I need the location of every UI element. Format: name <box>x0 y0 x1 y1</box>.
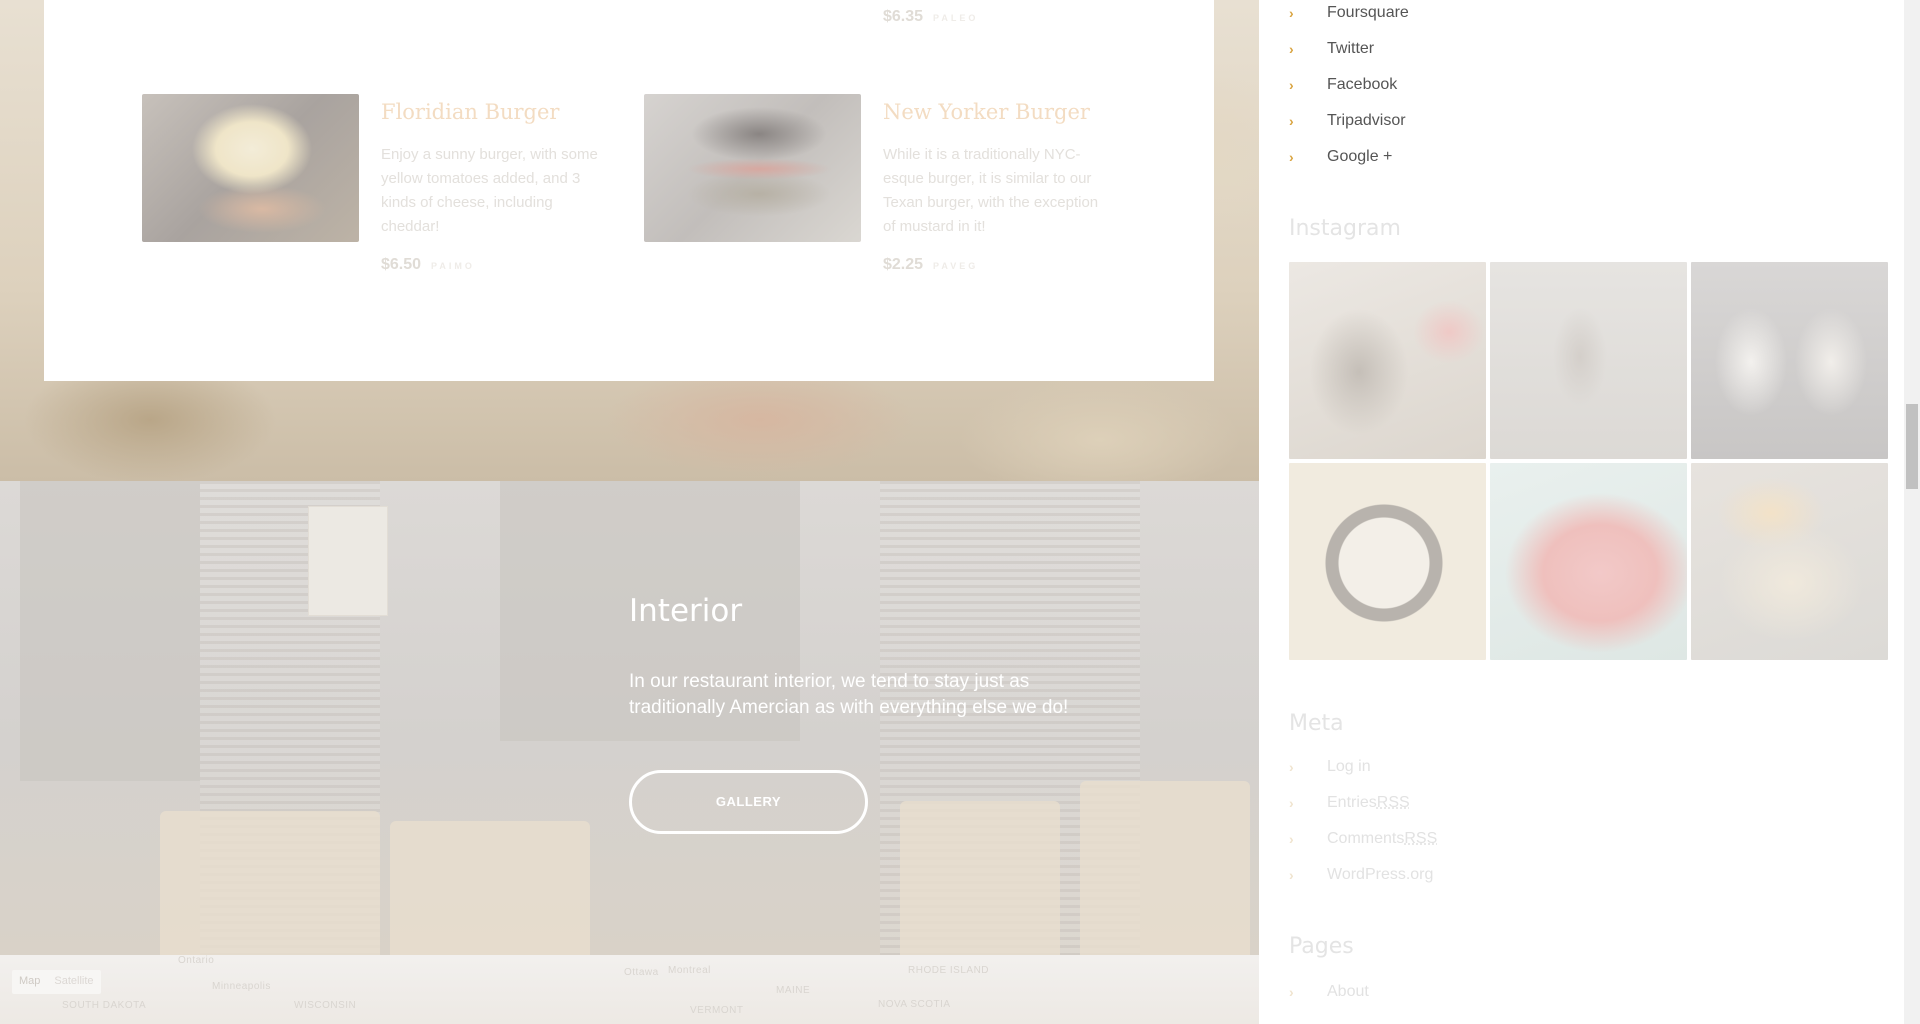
chevron-right-icon: › <box>1289 984 1294 1000</box>
instagram-photo[interactable] <box>1490 262 1687 459</box>
chair <box>390 821 590 955</box>
map-label: SOUTH DAKOTA <box>62 1000 147 1011</box>
instagram-photo[interactable] <box>1691 463 1888 660</box>
scrollbar-thumb[interactable] <box>1906 404 1918 489</box>
meta-links-list: › Log in › Entries RSS › Comments RSS › Word… <box>1289 749 1437 893</box>
chevron-right-icon: › <box>1289 149 1294 165</box>
chevron-right-icon: › <box>1289 867 1294 883</box>
chevron-right-icon: › <box>1289 113 1294 129</box>
sidebar-link-tripadvisor[interactable]: › Tripadvisor <box>1289 103 1409 139</box>
chevron-right-icon: › <box>1289 795 1294 811</box>
pages-links-list: › About <box>1289 974 1369 1010</box>
instagram-widget-title: Instagram <box>1289 216 1401 241</box>
chevron-right-icon: › <box>1289 831 1294 847</box>
interior-title: Interior <box>629 593 743 629</box>
social-links-list: › Foursquare › Twitter › Facebook › Tripadvi… <box>1289 0 1409 175</box>
meta-link-wordpress-org[interactable]: › WordPress.org <box>1289 857 1437 893</box>
map-label: RHODE ISLAND <box>908 965 990 976</box>
instagram-photo[interactable] <box>1289 463 1486 660</box>
main-content: $6.35 PALEO Floridian Burger Enjoy a sunn… <box>0 0 1259 1024</box>
chair <box>900 801 1060 955</box>
price-value: $2.25 <box>883 256 924 273</box>
wall-picture <box>308 506 388 616</box>
map-toggle-satellite[interactable]: Satellite <box>47 970 100 994</box>
menu-item-price: $6.50 PAIMO <box>381 256 475 274</box>
map-label: Ottawa <box>624 967 659 978</box>
instagram-photo[interactable] <box>1289 262 1486 459</box>
instagram-photo[interactable] <box>1691 262 1888 459</box>
menu-item-name[interactable]: New Yorker Burger <box>883 100 1090 124</box>
price-tag: PALEO <box>933 13 979 23</box>
meta-link-comments-rss[interactable]: › Comments RSS <box>1289 821 1437 857</box>
meta-link-entries-rss[interactable]: › Entries RSS <box>1289 785 1437 821</box>
menu-item-description: While it is a traditionally NYC-esque bu… <box>883 146 1099 235</box>
meta-link-log-in[interactable]: › Log in <box>1289 749 1437 785</box>
map-label: Minneapolis <box>212 981 271 992</box>
interior-description: In our restaurant interior, we tend to s… <box>629 671 1069 718</box>
menu-item-floridian-burger: Floridian Burger Enjoy a sunny burger, w… <box>142 94 622 284</box>
pages-widget-title: Pages <box>1289 934 1354 959</box>
map-label: VERMONT <box>690 1005 744 1016</box>
price-tag: PAIMO <box>431 261 475 271</box>
wall-panel <box>20 481 200 781</box>
menu-item-image[interactable] <box>644 94 861 242</box>
price-tag: PAVEG <box>933 261 979 271</box>
map-type-toggle: Map Satellite <box>12 970 101 994</box>
meta-widget-title: Meta <box>1289 711 1344 736</box>
sidebar-link-google-plus[interactable]: › Google + <box>1289 139 1409 175</box>
menu-item-description: Enjoy a sunny burger, with some yellow t… <box>381 146 598 235</box>
map-toggle-map[interactable]: Map <box>12 970 47 994</box>
menu-item-new-yorker-burger: New Yorker Burger While it is a traditio… <box>644 94 1124 284</box>
chevron-right-icon: › <box>1289 5 1294 21</box>
menu-item-image[interactable] <box>142 94 359 242</box>
chair <box>160 811 380 955</box>
map-label: WISCONSIN <box>294 1000 357 1011</box>
sidebar-link-twitter[interactable]: › Twitter <box>1289 31 1409 67</box>
sidebar-link-foursquare[interactable]: › Foursquare <box>1289 0 1409 31</box>
price-value: $6.35 <box>883 8 924 25</box>
menu-item-price-partial: $6.35 PALEO <box>883 8 978 26</box>
map-label: MAINE <box>776 985 811 996</box>
menu-card: $6.35 PALEO Floridian Burger Enjoy a sunn… <box>44 0 1214 381</box>
instagram-photo[interactable] <box>1490 463 1687 660</box>
sidebar: › Foursquare › Twitter › Facebook › Tripadvi… <box>1259 0 1904 1024</box>
google-map[interactable]: Ontario Minneapolis SOUTH DAKOTA WISCONS… <box>0 955 1259 1024</box>
gallery-button[interactable]: GALLERY <box>629 770 868 834</box>
map-label: Montreal <box>668 965 711 976</box>
chevron-right-icon: › <box>1289 759 1294 775</box>
interior-section: Interior In our restaurant interior, we … <box>0 481 1259 955</box>
chair <box>1080 781 1250 955</box>
pages-link-about[interactable]: › About <box>1289 974 1369 1010</box>
instagram-grid <box>1289 262 1889 662</box>
map-label: Ontario <box>178 955 215 966</box>
price-value: $6.50 <box>381 256 422 273</box>
chevron-right-icon: › <box>1289 77 1294 93</box>
sidebar-link-facebook[interactable]: › Facebook <box>1289 67 1409 103</box>
chevron-right-icon: › <box>1289 41 1294 57</box>
menu-item-price: $2.25 PAVEG <box>883 256 978 274</box>
map-label: NOVA SCOTIA <box>878 999 951 1010</box>
menu-item-name[interactable]: Floridian Burger <box>381 100 559 124</box>
page-scrollbar[interactable] <box>1904 0 1920 1024</box>
